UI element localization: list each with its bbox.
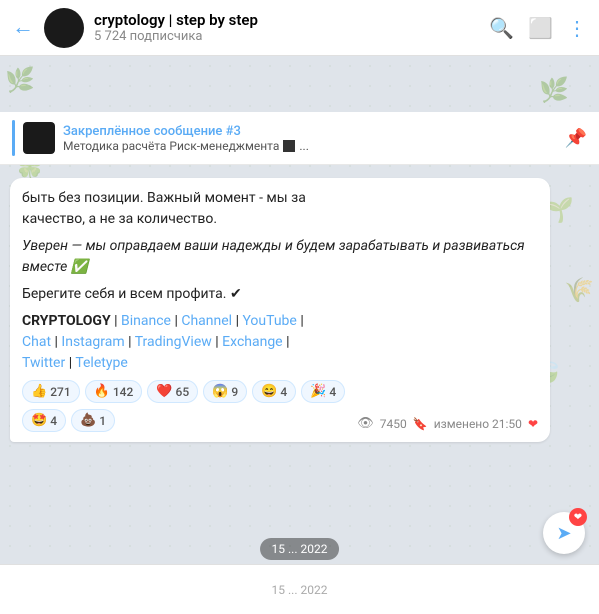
message-text-sign: Берегите себя и всем профита. ✔ — [22, 284, 538, 305]
reaction-emoji-thumbsup: 👍 — [31, 384, 47, 399]
bottom-date: 15 ... 2022 — [272, 583, 328, 597]
reaction-shock[interactable]: 😱 9 — [203, 380, 247, 403]
reactions-container: 👍 271 🔥 142 ❤️ 65 😱 9 😄 4 — [22, 380, 538, 403]
reaction-count-party: 4 — [329, 385, 336, 399]
edit-label: изменено 21:50 — [434, 417, 522, 431]
link-chat[interactable]: Chat — [22, 334, 51, 350]
chat-header: ← cryptology | step by step 5 724 подпис… — [0, 0, 599, 56]
forward-icon: ➤ — [556, 523, 571, 544]
pinned-close-icon[interactable]: 📌 — [565, 128, 587, 149]
reaction-emoji-shock: 😱 — [212, 384, 228, 399]
reaction-thumbsup[interactable]: 👍 271 — [22, 380, 80, 403]
reaction-grin[interactable]: 😄 4 — [252, 380, 296, 403]
reaction-count-heart: 65 — [176, 385, 190, 399]
link-binance[interactable]: Binance — [121, 313, 171, 329]
more-icon[interactable]: ⋮ — [567, 16, 587, 40]
reaction-starstruck[interactable]: 🤩 4 — [22, 409, 66, 432]
bg-emoji-6: 🌿 — [5, 66, 35, 94]
search-icon[interactable]: 🔍 — [489, 16, 514, 40]
reaction-emoji-starstruck: 🤩 — [31, 413, 47, 428]
pinned-thumbnail — [23, 122, 55, 154]
bottom-bar: 15 ... 2022 — [0, 564, 599, 614]
chat-background: 🌿 🍀 🌱 🌾 🍃 🌿 🍀 Закреплённое сообщение #3 … — [0, 56, 599, 614]
message-footer: 👁 7450 🔖 изменено 21:50 ❤ — [357, 415, 538, 432]
reaction-count-poop: 1 — [99, 414, 106, 428]
bookmark-icon: 🔖 — [413, 417, 428, 431]
reaction-count-fire: 142 — [113, 385, 133, 399]
channel-avatar — [44, 8, 84, 48]
link-exchange[interactable]: Exchange — [222, 334, 282, 350]
header-info: cryptology | step by step 5 724 подписчи… — [94, 11, 489, 44]
pinned-title: Закреплённое сообщение #3 — [63, 124, 565, 139]
views-icon: 👁 — [357, 416, 374, 431]
pinned-text-area: Закреплённое сообщение #3 Методика расчё… — [63, 124, 565, 153]
subscriber-count: 5 724 подписчика — [94, 29, 489, 44]
pinned-description: Методика расчёта Риск-менеджмента ... — [63, 139, 565, 153]
link-instagram[interactable]: Instagram — [61, 334, 124, 350]
reaction-count-thumbsup: 271 — [50, 385, 70, 399]
reaction-emoji-party: 🎉 — [310, 384, 326, 399]
channel-title: cryptology | step by step — [94, 11, 489, 29]
layout-icon[interactable]: ⬜ — [528, 16, 553, 40]
reaction-heart[interactable]: ❤️ 65 — [147, 380, 198, 403]
back-button[interactable]: ← — [12, 17, 34, 39]
reaction-emoji-fire: 🔥 — [94, 384, 110, 399]
reaction-poop[interactable]: 💩 1 — [71, 409, 115, 432]
pinned-message-bar[interactable]: Закреплённое сообщение #3 Методика расчё… — [0, 112, 599, 165]
header-actions: 🔍 ⬜ ⋮ — [489, 16, 587, 40]
link-youtube[interactable]: YouTube — [242, 313, 296, 329]
reaction-emoji-poop: 💩 — [80, 413, 96, 428]
message-links-line: CRYPTOLOGY | Binance | Channel | YouTube… — [22, 311, 538, 374]
bg-emoji-1: 🌿 — [539, 76, 569, 104]
link-cryptology: CRYPTOLOGY — [22, 313, 111, 329]
reactions-row2: 🤩 4 💩 1 👁 7450 🔖 изменено 21:50 ❤ — [22, 409, 538, 432]
pinned-square-icon — [283, 140, 295, 152]
reaction-count-starstruck: 4 — [50, 414, 57, 428]
message-bubble: быть без позиции. Важный момент - мы за … — [10, 178, 550, 442]
heart-badge: ❤ — [569, 508, 587, 526]
forward-button[interactable]: ➤ ❤ — [543, 512, 585, 554]
view-count: 7450 — [380, 417, 407, 431]
message-text-part1: быть без позиции. Важный момент - мы за … — [22, 188, 538, 230]
reaction-count-shock: 9 — [231, 385, 238, 399]
link-teletype[interactable]: Teletype — [75, 355, 127, 371]
reaction-emoji-heart: ❤️ — [156, 384, 172, 399]
heart-icon: ❤ — [528, 417, 538, 431]
link-twitter[interactable]: Twitter — [22, 355, 65, 371]
reaction-count-grin: 4 — [280, 385, 287, 399]
pinned-accent — [12, 120, 15, 156]
link-tradingview[interactable]: TradingView — [135, 334, 212, 350]
page-indicator: 15 ... 2022 — [260, 538, 340, 560]
reaction-party[interactable]: 🎉 4 — [301, 380, 345, 403]
reaction-fire[interactable]: 🔥 142 — [85, 380, 143, 403]
reaction-emoji-grin: 😄 — [261, 384, 277, 399]
link-channel[interactable]: Channel — [181, 313, 232, 329]
message-text-italic: Уверен — мы оправдаем ваши надежды и буд… — [22, 236, 538, 278]
